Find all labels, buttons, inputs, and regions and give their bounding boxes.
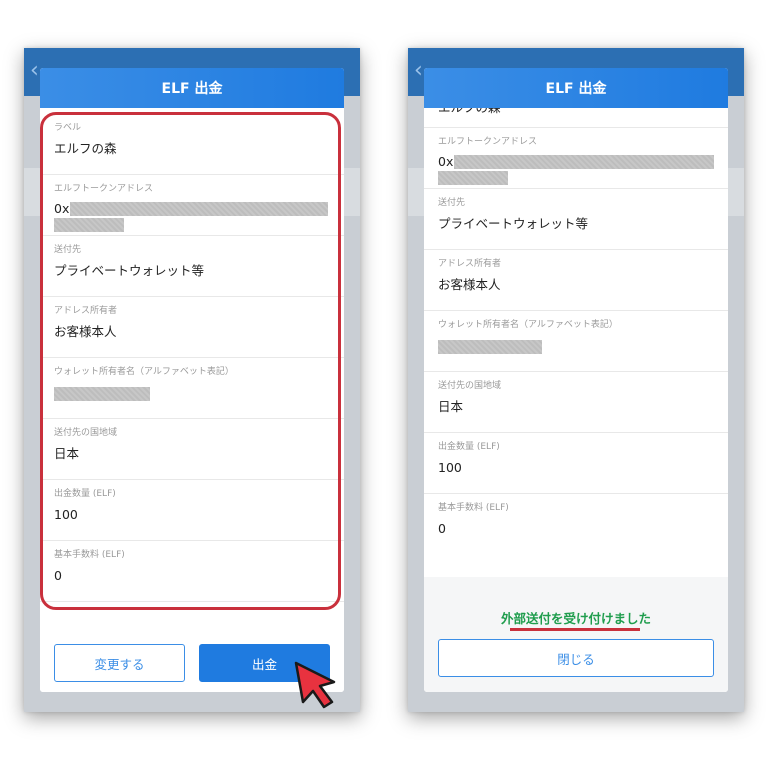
withdraw-complete-dialog: ELF 出金 エルフの森 エルフトークンアドレス 0x 送付先 プライベートウォ…	[424, 68, 728, 692]
field-label: 出金数量 (ELF)	[54, 489, 116, 499]
mouse-pointer-arrow-icon	[294, 661, 336, 709]
redacted-owner-name	[438, 340, 542, 354]
field-value: エルフの森	[438, 108, 714, 117]
dialog-title: ELF 出金	[161, 81, 223, 97]
address-prefix: 0x	[438, 154, 454, 169]
field-value: 0	[54, 568, 62, 583]
field-label: ウォレット所有者名（アルファベット表記）	[438, 320, 618, 330]
field-value: 日本	[54, 446, 80, 461]
redacted-address-continuation	[54, 218, 124, 232]
field-value: エルフの森	[54, 141, 117, 156]
field-withdraw-amount: 出金数量 (ELF) 100	[40, 480, 344, 541]
field-value: お客様本人	[54, 324, 117, 339]
field-label: アドレス所有者	[438, 259, 502, 269]
dialog-header: ELF 出金	[40, 68, 344, 108]
close-button[interactable]: 閉じる	[438, 639, 714, 677]
field-country: 送付先の国地域 日本	[424, 372, 728, 433]
field-value: プライベートウォレット等	[54, 263, 205, 278]
field-label: 送付先の国地域	[438, 381, 502, 391]
address-prefix: 0x	[54, 201, 70, 216]
field-value: お客様本人	[438, 277, 501, 292]
redacted-address	[454, 154, 714, 169]
field-destination: 送付先 プライベートウォレット等	[40, 236, 344, 297]
success-message: 外部送付を受け付けました	[500, 611, 651, 626]
change-button[interactable]: 変更する	[54, 644, 185, 682]
dialog-header: ELF 出金	[424, 68, 728, 108]
redacted-address-continuation	[438, 171, 508, 185]
field-value: 100	[438, 460, 462, 475]
screenshot-canvas: { "left_screen": { "dialog_title": "ELF …	[0, 0, 768, 761]
confirmation-list: ラベル エルフの森 エルフトークンアドレス 0x 送付先 プライベートウォレット…	[40, 114, 344, 622]
field-base-fee: 基本手数料 (ELF) 0	[40, 541, 344, 602]
field-address-owner: アドレス所有者 お客様本人	[424, 250, 728, 311]
field-wallet-owner-name: ウォレット所有者名（アルファベット表記）	[424, 311, 728, 372]
field-label: 送付先の国地域	[54, 428, 118, 438]
field-value: プライベートウォレット等	[438, 216, 589, 231]
chevron-left-icon[interactable]: ‹	[30, 58, 39, 83]
address-line: 0x	[54, 201, 330, 216]
field-label: 基本手数料 (ELF)	[438, 503, 509, 513]
field-label: 送付先	[438, 198, 466, 208]
withdraw-dialog: ELF 出金 ラベル エルフの森 エルフトークンアドレス 0x 送付先 プライベ…	[40, 68, 344, 692]
dialog-footer: 外部送付を受け付けました 閉じる	[424, 577, 728, 692]
field-label: アドレス所有者	[54, 306, 118, 316]
right-screen: ‹ ELF 出金 エルフの森 エルフトークンアドレス 0x 送付先 プライベート…	[408, 48, 744, 712]
field-label-name: ラベル エルフの森	[40, 114, 344, 175]
field-value: 0	[438, 521, 446, 536]
field-wallet-owner-name: ウォレット所有者名（アルファベット表記）	[40, 358, 344, 419]
field-label: ラベル	[54, 123, 82, 133]
field-value: 日本	[438, 399, 464, 414]
redacted-owner-name	[54, 387, 150, 401]
confirmation-list: エルフの森 エルフトークンアドレス 0x 送付先 プライベートウォレット等 アド…	[424, 108, 728, 577]
field-address-owner: アドレス所有者 お客様本人	[40, 297, 344, 358]
field-label: エルフトークンアドレス	[54, 184, 154, 194]
left-screen: ‹ ELF 出金 ラベル エルフの森 エルフトークンアドレス 0x 送付先 プラ…	[24, 48, 360, 712]
field-label-name-partial: エルフの森	[424, 108, 728, 128]
address-line: 0x	[438, 154, 714, 169]
field-value: 100	[54, 507, 78, 522]
field-token-address: エルフトークンアドレス 0x	[40, 175, 344, 236]
field-token-address: エルフトークンアドレス 0x	[424, 128, 728, 189]
success-underline	[510, 628, 640, 631]
field-label: 送付先	[54, 245, 82, 255]
field-country: 送付先の国地域 日本	[40, 419, 344, 480]
dialog-title: ELF 出金	[545, 81, 607, 97]
field-label: 出金数量 (ELF)	[438, 442, 500, 452]
redacted-address	[70, 201, 329, 216]
field-label: 基本手数料 (ELF)	[54, 550, 125, 560]
field-withdraw-amount: 出金数量 (ELF) 100	[424, 433, 728, 494]
field-label: エルフトークンアドレス	[438, 137, 538, 147]
field-label: ウォレット所有者名（アルファベット表記）	[54, 367, 234, 377]
field-destination: 送付先 プライベートウォレット等	[424, 189, 728, 250]
field-base-fee: 基本手数料 (ELF) 0	[424, 494, 728, 555]
chevron-left-icon[interactable]: ‹	[414, 58, 423, 83]
